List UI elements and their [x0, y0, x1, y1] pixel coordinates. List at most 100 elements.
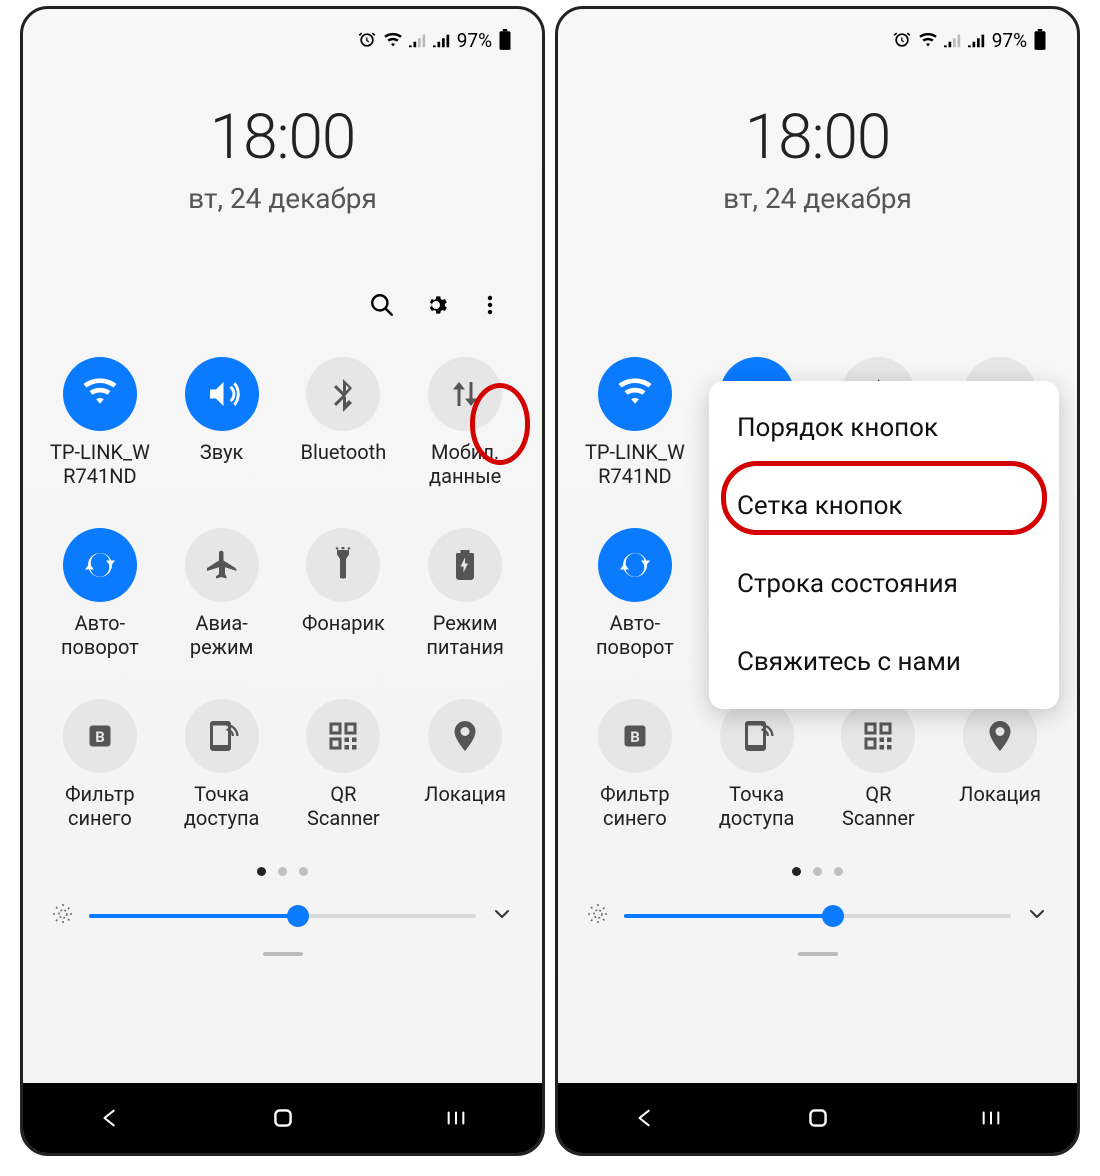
quick-settings-panel: 18:00 вт, 24 декабря TP-LINK_WR741ND Зву… [558, 71, 1077, 1083]
battery-percent: 97% [992, 29, 1027, 52]
page-indicator [580, 867, 1055, 876]
menu-item-status-bar[interactable]: Строка состояния [709, 545, 1059, 623]
tile-location[interactable]: Локация [410, 699, 520, 830]
more-button[interactable] [472, 287, 508, 323]
tile-label: Режимпитания [426, 612, 503, 659]
status-bar: 97% [23, 9, 542, 71]
tile-label: TP-LINK_WR741ND [585, 441, 685, 488]
battery-percent: 97% [457, 29, 492, 52]
brightness-track[interactable] [624, 914, 1011, 918]
svg-text:B: B [95, 728, 105, 746]
tile-label: Фонарик [302, 612, 385, 636]
tile-qr-scanner[interactable]: QRScanner [824, 699, 934, 830]
tile-label: QRScanner [307, 783, 380, 830]
hotspot-icon [185, 699, 259, 773]
tile-auto-rotate[interactable]: Авто-поворот [580, 528, 690, 659]
pager-dot[interactable] [299, 867, 308, 876]
location-icon [963, 699, 1037, 773]
brightness-track[interactable] [89, 914, 476, 918]
qr-icon [306, 699, 380, 773]
clock-date: вт, 24 декабря [580, 182, 1055, 215]
tile-label: Авиа-режим [190, 612, 254, 659]
tile-sound[interactable]: Звук [167, 357, 277, 488]
alarm-icon [357, 30, 377, 50]
expand-icon[interactable] [490, 902, 514, 930]
tile-label: Локация [424, 783, 506, 807]
expand-icon[interactable] [1025, 902, 1049, 930]
rotate-icon [63, 528, 137, 602]
wifi-icon [63, 357, 137, 431]
search-button[interactable] [364, 287, 400, 323]
pager-dot[interactable] [792, 867, 801, 876]
location-icon [428, 699, 502, 773]
quick-settings-panel: 18:00 вт, 24 декабря TP-LINK_WR741ND Зву… [23, 71, 542, 1083]
pager-dot[interactable] [834, 867, 843, 876]
pager-dot[interactable] [278, 867, 287, 876]
bluelight-icon: B [63, 699, 137, 773]
home-button[interactable] [768, 1101, 868, 1135]
tile-power-mode[interactable]: Режимпитания [410, 528, 520, 659]
recents-button[interactable] [941, 1101, 1041, 1135]
back-button[interactable] [60, 1101, 160, 1135]
tile-airplane[interactable]: Авиа-режим [167, 528, 277, 659]
tile-bluetooth[interactable]: Bluetooth [289, 357, 399, 488]
tile-wifi[interactable]: TP-LINK_WR741ND [45, 357, 155, 488]
tile-hotspot[interactable]: Точкадоступа [167, 699, 277, 830]
tile-blue-filter[interactable]: B Фильтрсинего [45, 699, 155, 830]
tile-blue-filter[interactable]: B Фильтрсинего [580, 699, 690, 830]
sound-icon [185, 357, 259, 431]
menu-item-button-grid[interactable]: Сетка кнопок [709, 467, 1059, 545]
menu-item-contact-us[interactable]: Свяжитесь с нами [709, 623, 1059, 701]
battery-icon [498, 29, 512, 51]
pager-dot[interactable] [257, 867, 266, 876]
tile-label: QRScanner [842, 783, 915, 830]
brightness-icon [586, 902, 610, 930]
pager-dot[interactable] [813, 867, 822, 876]
wifi-status-icon [918, 32, 938, 48]
power-icon [428, 528, 502, 602]
bluetooth-icon [306, 357, 380, 431]
phone-left: 97% 18:00 вт, 24 декабря TP-LINK_WR741ND [20, 6, 545, 1156]
wifi-status-icon [383, 32, 403, 48]
flashlight-icon [306, 528, 380, 602]
tile-label: Фильтрсинего [600, 783, 670, 830]
brightness-icon [51, 902, 75, 930]
navigation-bar [558, 1083, 1077, 1153]
brightness-slider[interactable] [45, 902, 520, 930]
rotate-icon [598, 528, 672, 602]
tile-label: Фильтрсинего [65, 783, 135, 830]
menu-item-button-order[interactable]: Порядок кнопок [709, 389, 1059, 467]
brightness-slider[interactable] [580, 902, 1055, 930]
tile-label: Авто-поворот [596, 612, 674, 659]
clock-time: 18:00 [580, 101, 1055, 174]
bluelight-icon: B [598, 699, 672, 773]
drag-handle[interactable] [798, 952, 838, 956]
tile-label: Локация [959, 783, 1041, 807]
phone-right: 97% 18:00 вт, 24 декабря TP-LINK_WR741ND… [555, 6, 1080, 1156]
tile-auto-rotate[interactable]: Авто-поворот [45, 528, 155, 659]
status-bar: 97% [558, 9, 1077, 71]
tile-flashlight[interactable]: Фонарик [289, 528, 399, 659]
home-button[interactable] [233, 1101, 333, 1135]
back-button[interactable] [595, 1101, 695, 1135]
tile-label: Bluetooth [301, 441, 387, 465]
panel-tools [45, 287, 520, 323]
quick-tiles-grid: TP-LINK_WR741ND Звук Bluetooth Мобил.дан… [45, 357, 520, 831]
clock-time: 18:00 [45, 101, 520, 174]
tile-wifi[interactable]: TP-LINK_WR741ND [580, 357, 690, 488]
alarm-icon [892, 30, 912, 50]
tile-mobile-data[interactable]: Мобил.данные [410, 357, 520, 488]
tile-hotspot[interactable]: Точкадоступа [702, 699, 812, 830]
navigation-bar [23, 1083, 542, 1153]
drag-handle[interactable] [263, 952, 303, 956]
battery-icon [1033, 29, 1047, 51]
signal-2-icon [433, 32, 451, 48]
recents-button[interactable] [406, 1101, 506, 1135]
settings-button[interactable] [418, 287, 454, 323]
tile-label: Авто-поворот [61, 612, 139, 659]
tile-location[interactable]: Локация [945, 699, 1055, 830]
tile-label: Звук [200, 441, 243, 465]
tile-qr-scanner[interactable]: QRScanner [289, 699, 399, 830]
tile-label: Мобил.данные [429, 441, 501, 488]
page-indicator [45, 867, 520, 876]
